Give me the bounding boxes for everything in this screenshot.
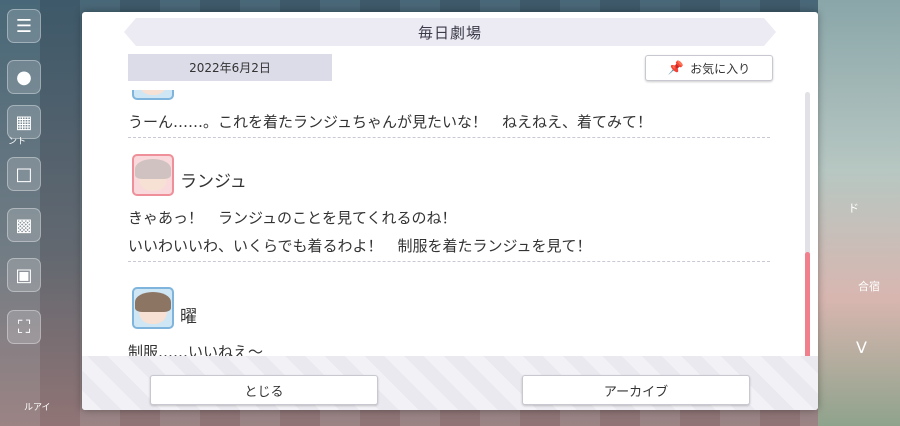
bg-tag-bottom: ルアイ bbox=[24, 403, 51, 413]
favorite-button[interactable]: 📌 お気に入り bbox=[645, 55, 773, 81]
dialogue-line: いいわいいわ、いくらでも着るわよ！ 制服を着たランジュを見て！ bbox=[128, 237, 592, 255]
dialog-title: 毎日劇場 bbox=[124, 18, 776, 46]
menu-icon[interactable]: ☰ bbox=[7, 9, 41, 43]
archive-button[interactable]: アーカイブ bbox=[522, 375, 750, 405]
speaker-avatar bbox=[132, 90, 174, 100]
favorite-label: お気に入り bbox=[690, 61, 751, 76]
close-button[interactable]: とじる bbox=[150, 375, 378, 405]
dialogue-line: うーん……。これを着たランジュちゃんが見たいな！ ねえねえ、着てみて！ bbox=[128, 113, 652, 131]
screen-icon[interactable]: ▩ bbox=[7, 208, 41, 242]
scrollbar-thumb[interactable] bbox=[805, 252, 810, 366]
date-label: 2022年6月2日 bbox=[128, 54, 332, 81]
dialogue-separator bbox=[128, 137, 770, 138]
background-right-panel: 合宿 V ド bbox=[818, 0, 900, 426]
speaker-name: ランジュ bbox=[180, 172, 247, 192]
dialogue-scroll-area[interactable]: うーん……。これを着たランジュちゃんが見たいな！ ねえねえ、着てみて！ ランジュ… bbox=[128, 90, 770, 358]
present-icon[interactable]: □ bbox=[7, 157, 41, 191]
photo-icon[interactable]: ▣ bbox=[7, 258, 41, 292]
bg-right-bottom-label: ド bbox=[848, 202, 859, 215]
speaker-name: 曜 bbox=[180, 307, 197, 327]
pin-icon: 📌 bbox=[667, 60, 685, 76]
speaker-avatar-you bbox=[132, 287, 174, 329]
bg-tag-left: ント bbox=[8, 137, 27, 147]
bg-letter-label: V bbox=[856, 338, 867, 357]
fullscreen-icon[interactable]: ⛶ bbox=[7, 310, 41, 344]
bg-camp-label: 合宿 bbox=[858, 280, 880, 293]
daily-theater-dialog: 毎日劇場 2022年6月2日 📌 お気に入り うーん……。これを着たランジュちゃ… bbox=[82, 12, 818, 410]
chat-icon[interactable]: ● bbox=[7, 60, 41, 94]
dialogue-separator bbox=[128, 261, 770, 262]
dialogue-line: きゃあっ！ ランジュのことを見てくれるのね！ bbox=[128, 209, 457, 227]
speaker-avatar-lanzhu bbox=[132, 154, 174, 196]
